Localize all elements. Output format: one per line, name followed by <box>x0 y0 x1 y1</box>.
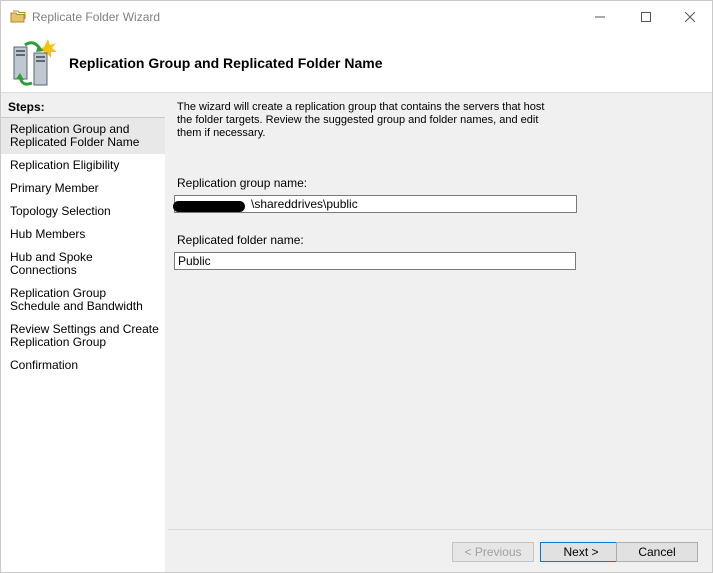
next-button[interactable]: Next > <box>540 542 622 562</box>
close-button[interactable] <box>667 1 712 33</box>
previous-button[interactable]: < Previous <box>452 542 534 562</box>
folder-replicate-icon <box>10 9 26 25</box>
window-title: Replicate Folder Wizard <box>32 10 161 24</box>
steps-heading: Steps: <box>1 97 165 118</box>
button-bar: < Previous Next > Cancel <box>168 529 712 572</box>
redaction-mark <box>173 201 245 212</box>
step-replication-eligibility: Replication Eligibility <box>10 158 120 172</box>
step-schedule-bandwidth: Replication Group Schedule and Bandwidth <box>10 286 143 313</box>
folder-name-input[interactable] <box>174 252 576 270</box>
folder-name-label: Replicated folder name: <box>177 233 304 247</box>
step-hub-spoke-connections: Hub and Spoke Connections <box>10 250 93 277</box>
maximize-icon <box>641 12 651 22</box>
steps-panel: Steps: Replication Group and Replicated … <box>1 97 165 572</box>
step-confirmation: Confirmation <box>10 358 79 372</box>
page-title: Replication Group and Replicated Folder … <box>69 55 383 71</box>
maximize-button[interactable] <box>623 1 669 33</box>
step-topology-selection: Topology Selection <box>10 204 111 218</box>
group-name-label: Replication group name: <box>177 176 308 190</box>
minimize-button[interactable] <box>577 1 623 33</box>
wizard-header: Replication Group and Replicated Folder … <box>1 33 712 93</box>
title-bar: Replicate Folder Wizard <box>1 1 712 33</box>
step-review-settings: Review Settings and Create Replication G… <box>10 322 159 349</box>
step-primary-member: Primary Member <box>10 181 99 195</box>
step-replication-group-name: Replication Group and Replicated Folder … <box>1 118 165 154</box>
step-hub-members: Hub Members <box>10 227 86 241</box>
description-text: The wizard will create a replication gro… <box>177 101 545 139</box>
content-panel: The wizard will create a replication gro… <box>168 97 712 529</box>
wizard-window: Replicate Folder Wizard Replication Grou… <box>0 0 713 573</box>
cancel-button[interactable]: Cancel <box>616 542 698 562</box>
replication-servers-icon <box>10 37 58 87</box>
minimize-icon <box>595 16 605 18</box>
close-icon <box>685 12 695 22</box>
